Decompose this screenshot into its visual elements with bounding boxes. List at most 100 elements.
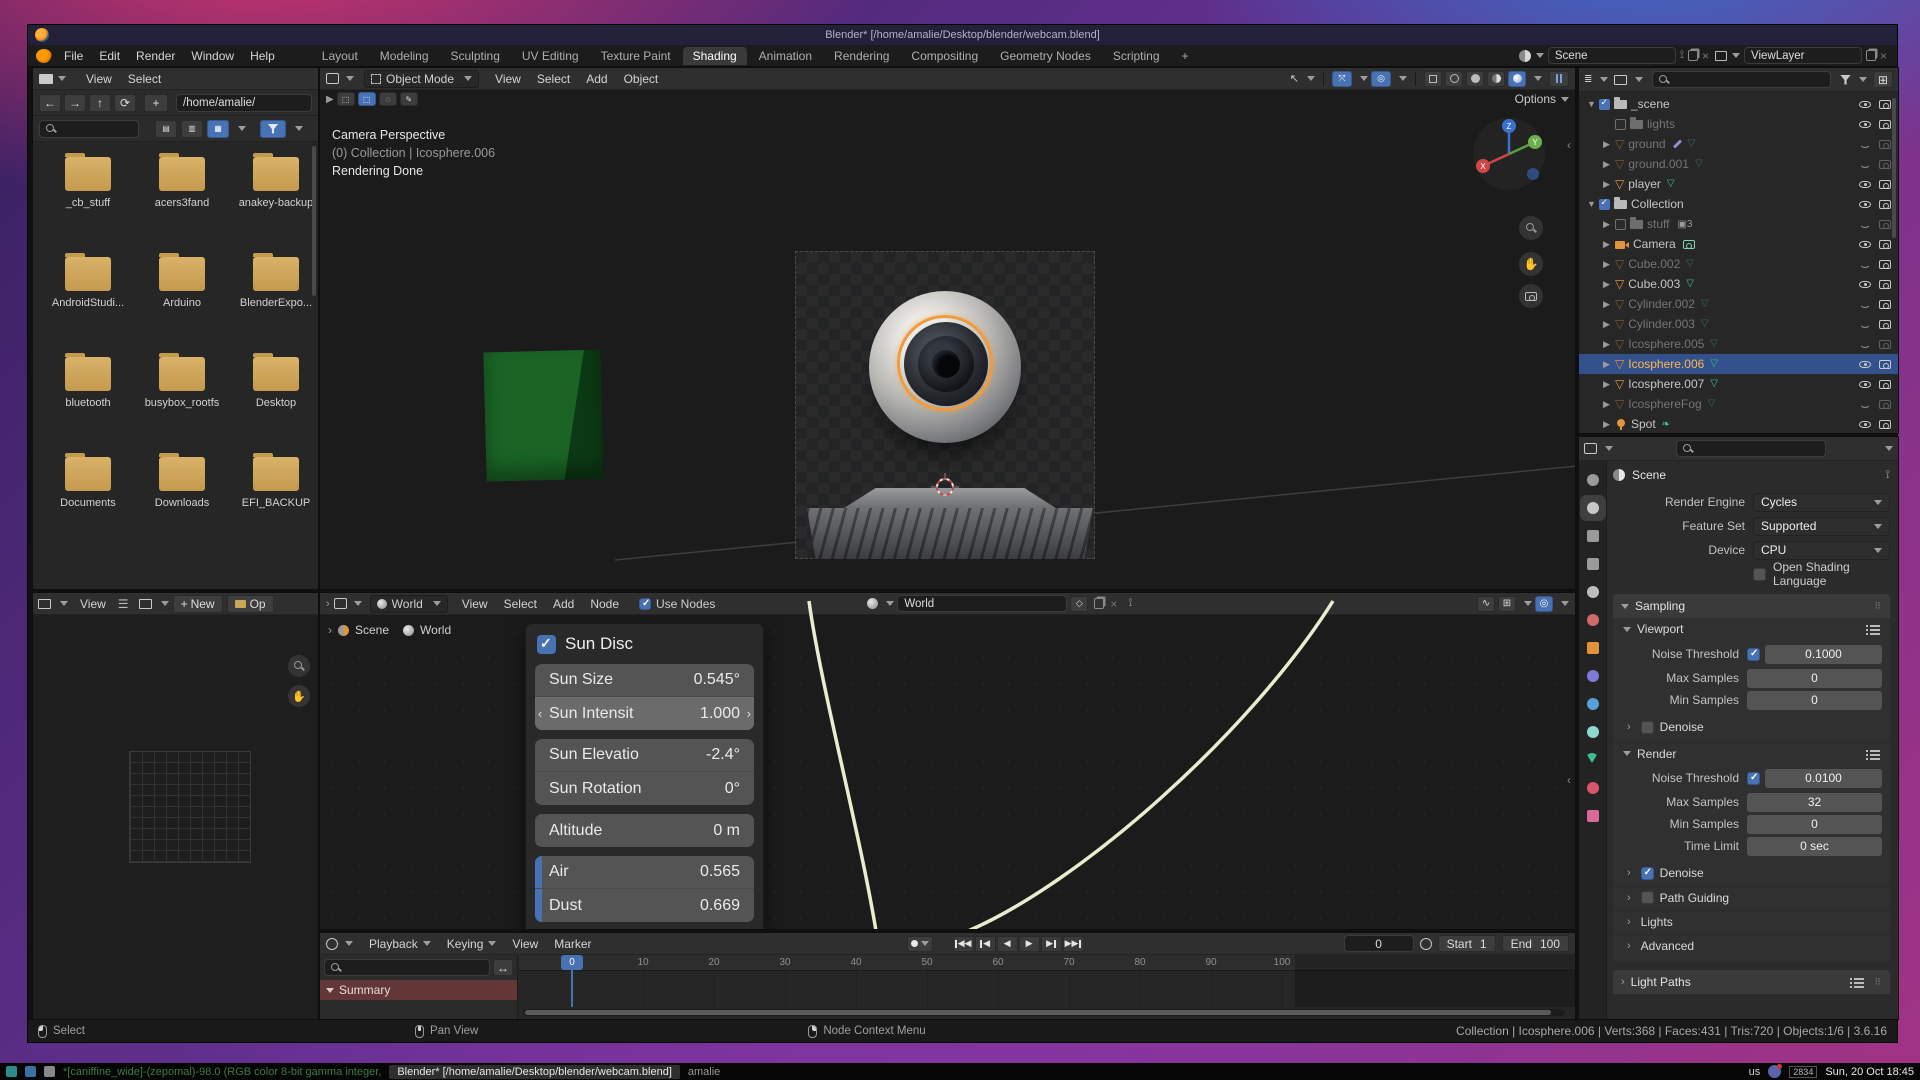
folder-androidstudi-[interactable]: AndroidStudi... — [45, 257, 131, 309]
display-thumbnail-button[interactable]: ▦ — [207, 120, 229, 138]
back-button[interactable]: ← — [39, 94, 61, 112]
visibility-eye-icon[interactable] — [1858, 158, 1872, 171]
properties-tab-constraints[interactable] — [1584, 723, 1602, 741]
menu-select[interactable]: Select — [120, 72, 169, 86]
path-guiding-row[interactable]: › Path Guiding — [1613, 886, 1890, 908]
render-visibility-icon[interactable] — [1878, 338, 1892, 350]
visibility-eye-icon[interactable] — [1858, 338, 1872, 351]
properties-tab-texture[interactable] — [1584, 807, 1602, 825]
folder-efi-backup[interactable]: EFI_BACKUP — [233, 457, 319, 509]
sun-disc-row[interactable]: Sun Disc — [537, 634, 754, 654]
visibility-eye-icon[interactable] — [1858, 418, 1872, 431]
visibility-eye-icon[interactable] — [1858, 198, 1872, 211]
presets-icon[interactable] — [1866, 624, 1880, 634]
render-visibility-icon[interactable] — [1878, 298, 1892, 310]
outliner-item-ground-001[interactable]: ▶▽ground.001▽ — [1579, 154, 1898, 174]
pin-icon[interactable]: ⟟ — [1128, 597, 1132, 610]
visibility-eye-icon[interactable] — [1858, 98, 1872, 111]
start-frame-field[interactable]: Start1 — [1438, 935, 1496, 952]
outliner-item-spot[interactable]: ▶Spot❧ — [1579, 414, 1898, 434]
menu-object[interactable]: Object — [616, 72, 667, 86]
collection-checkbox[interactable] — [1615, 219, 1626, 230]
outliner-item-camera[interactable]: ▶Camera — [1579, 234, 1898, 254]
render-visibility-icon[interactable] — [1878, 118, 1892, 130]
filter-toggle-button[interactable]: ↔ — [493, 959, 513, 976]
outliner-type-icon[interactable]: ≣ — [1584, 74, 1592, 85]
expand-arrow-icon[interactable]: ▶ — [1603, 179, 1615, 190]
render-subpanel-header[interactable]: Render — [1613, 742, 1890, 764]
timeline[interactable]: PlaybackKeyingViewMarker ◀◀ ◀ ◀ ▶ ▶ ▶▶ 0 — [319, 932, 1576, 1020]
use-nodes-toggle[interactable]: Use Nodes — [639, 597, 715, 611]
chevron-down-icon[interactable] — [1885, 446, 1893, 451]
collapsed-menus-icon[interactable]: ☰ — [118, 597, 129, 611]
sun-row-sun-size[interactable]: Sun Size0.545° — [535, 664, 754, 697]
copy-icon[interactable] — [1866, 50, 1876, 61]
taskbar-app-icon[interactable] — [6, 1066, 17, 1077]
visibility-eye-icon[interactable] — [1858, 258, 1872, 271]
tab-compositing[interactable]: Compositing — [901, 47, 988, 65]
noise-threshold-value[interactable]: 0.0100 — [1765, 769, 1882, 788]
discord-tray-icon[interactable] — [1768, 1065, 1781, 1078]
render-visibility-icon[interactable] — [1878, 258, 1892, 270]
menu-node[interactable]: Node — [582, 597, 627, 611]
expand-arrow-icon[interactable]: ▼ — [1587, 199, 1599, 209]
tab-uv-editing[interactable]: UV Editing — [512, 47, 589, 65]
options-dropdown[interactable]: Options — [1515, 92, 1569, 106]
properties-tab-scene[interactable] — [1584, 583, 1602, 601]
select-lasso-tool-button[interactable]: ✎ — [400, 92, 418, 106]
select-circle-tool-button[interactable]: ◌ — [379, 92, 397, 106]
outliner-item-icosphere-007[interactable]: ▶▽Icosphere.007▽ — [1579, 374, 1898, 394]
refresh-button[interactable]: ⟳ — [114, 94, 136, 112]
properties-tab-render[interactable] — [1584, 499, 1602, 517]
forward-button[interactable]: → — [64, 94, 86, 112]
expand-arrow-icon[interactable]: ▶ — [1603, 319, 1615, 330]
render-engine-select[interactable]: Cycles — [1753, 493, 1890, 512]
view-layer-selector[interactable]: ViewLayer × — [1715, 47, 1887, 64]
visibility-eye-icon[interactable] — [1858, 298, 1872, 311]
shader-type-selector[interactable]: World — [370, 595, 448, 613]
selectability-icon[interactable]: ↖ — [1290, 72, 1299, 85]
timeline-type-icon[interactable] — [326, 938, 338, 950]
noise-threshold-value[interactable]: 0.1000 — [1765, 645, 1882, 664]
folder-blenderexpo-[interactable]: BlenderExpo... — [233, 257, 319, 309]
select-box-tool-button[interactable]: ⬚ — [358, 92, 376, 106]
sun-row-sun-rotation[interactable]: Sun Rotation0° — [535, 772, 754, 805]
new-image-button[interactable]: + New — [173, 595, 223, 613]
tweak-tool-button[interactable]: ⬚ — [337, 92, 355, 106]
expand-arrow-icon[interactable]: ▶ — [1603, 279, 1615, 290]
visibility-eye-icon[interactable] — [1858, 398, 1872, 411]
advanced-subpanel-row[interactable]: ›Advanced — [1613, 934, 1890, 956]
pedestal-object[interactable] — [807, 508, 1093, 559]
gizmo-toggle-icon[interactable]: ⤧ — [1332, 71, 1352, 87]
timeline-ruler-area[interactable]: 102030405060708090100 0 — [519, 955, 1575, 1019]
zoom-gizmo[interactable] — [1519, 216, 1543, 240]
tab-modeling[interactable]: Modeling — [370, 47, 439, 65]
fake-user-shield-icon[interactable]: ◇ — [1070, 596, 1088, 612]
properties-tab-material[interactable] — [1584, 779, 1602, 797]
summary-channel-row[interactable]: Summary — [320, 980, 517, 1000]
folder-downloads[interactable]: Downloads — [139, 457, 225, 509]
display-mode-icon[interactable] — [1614, 75, 1627, 85]
taskbar-app-icon[interactable] — [25, 1066, 36, 1077]
visibility-eye-icon[interactable] — [1858, 118, 1872, 131]
expand-arrow-icon[interactable]: ▶ — [1603, 299, 1615, 310]
menu-view[interactable]: View — [504, 937, 546, 951]
outliner-item-cylinder-003[interactable]: ▶▽Cylinder.003▽ — [1579, 314, 1898, 334]
menu-file[interactable]: File — [56, 49, 91, 63]
viewport-denoise-row[interactable]: › Denoise — [1613, 716, 1890, 738]
sun-row-sun-elevatio[interactable]: Sun Elevatio-2.4° — [535, 739, 754, 772]
menu-select[interactable]: Select — [496, 597, 545, 611]
outliner-item-cylinder-002[interactable]: ▶▽Cylinder.002▽ — [1579, 294, 1898, 314]
menu-playback[interactable]: Playback — [361, 937, 439, 951]
shading-rendered-button[interactable] — [1508, 71, 1526, 87]
tab-scripting[interactable]: Scripting — [1103, 47, 1170, 65]
render-visibility-icon[interactable] — [1878, 418, 1892, 430]
folder-documents[interactable]: Documents — [45, 457, 131, 509]
render-visibility-icon[interactable] — [1878, 238, 1892, 250]
render-visibility-icon[interactable] — [1878, 318, 1892, 330]
play-button[interactable]: ▶ — [1019, 936, 1040, 952]
visibility-eye-icon[interactable] — [1858, 178, 1872, 191]
tab-layout[interactable]: Layout — [312, 47, 368, 65]
timeline-scrollbar-thumb[interactable] — [525, 1010, 1551, 1015]
min-samples-value[interactable]: 0 — [1747, 815, 1882, 834]
